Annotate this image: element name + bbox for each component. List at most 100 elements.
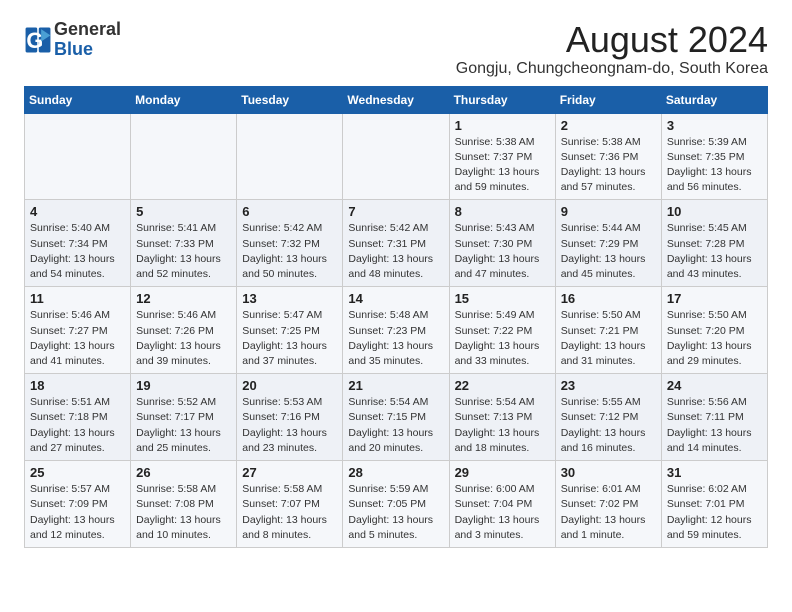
day-info: Sunrise: 5:56 AMSunset: 7:11 PMDaylight:… bbox=[667, 395, 762, 456]
weekday-header: Wednesday bbox=[343, 86, 449, 113]
calendar-cell bbox=[131, 113, 237, 200]
day-number: 8 bbox=[455, 204, 550, 219]
calendar-cell: 28 Sunrise: 5:59 AMSunset: 7:05 PMDayligh… bbox=[343, 461, 449, 548]
day-number: 1 bbox=[455, 118, 550, 133]
logo-icon: G bbox=[24, 26, 52, 54]
day-number: 20 bbox=[242, 378, 337, 393]
day-number: 12 bbox=[136, 291, 231, 306]
calendar-cell: 6 Sunrise: 5:42 AMSunset: 7:32 PMDaylight… bbox=[237, 200, 343, 287]
calendar-cell: 13 Sunrise: 5:47 AMSunset: 7:25 PMDayligh… bbox=[237, 287, 343, 374]
page-header: G General Blue August 2024 Gongju, Chung… bbox=[24, 20, 768, 78]
calendar-cell: 22Sunrise: 5:54 AMSunset: 7:13 PMDayligh… bbox=[449, 374, 555, 461]
logo-text: General bbox=[54, 20, 121, 40]
calendar-cell: 19Sunrise: 5:52 AMSunset: 7:17 PMDayligh… bbox=[131, 374, 237, 461]
day-number: 2 bbox=[561, 118, 656, 133]
day-number: 31 bbox=[667, 465, 762, 480]
day-info: Sunrise: 5:59 AMSunset: 7:05 PMDaylight:… bbox=[348, 482, 443, 543]
location-title: Gongju, Chungcheongnam-do, South Korea bbox=[456, 60, 768, 78]
day-number: 11 bbox=[30, 291, 125, 306]
weekday-header: Thursday bbox=[449, 86, 555, 113]
calendar-cell: 11 Sunrise: 5:46 AMSunset: 7:27 PMDayligh… bbox=[25, 287, 131, 374]
day-number: 6 bbox=[242, 204, 337, 219]
day-number: 9 bbox=[561, 204, 656, 219]
calendar-cell: 16Sunrise: 5:50 AMSunset: 7:21 PMDayligh… bbox=[555, 287, 661, 374]
day-info: Sunrise: 5:58 AMSunset: 7:08 PMDaylight:… bbox=[136, 482, 231, 543]
day-number: 4 bbox=[30, 204, 125, 219]
calendar-cell bbox=[237, 113, 343, 200]
calendar-cell: 24 Sunrise: 5:56 AMSunset: 7:11 PMDayligh… bbox=[661, 374, 767, 461]
day-number: 7 bbox=[348, 204, 443, 219]
calendar-cell: 14 Sunrise: 5:48 AMSunset: 7:23 PMDayligh… bbox=[343, 287, 449, 374]
day-number: 5 bbox=[136, 204, 231, 219]
calendar-week-row: 1 Sunrise: 5:38 AMSunset: 7:37 PMDaylight… bbox=[25, 113, 768, 200]
weekday-header: Saturday bbox=[661, 86, 767, 113]
day-info: Sunrise: 5:48 AMSunset: 7:23 PMDaylight:… bbox=[348, 308, 443, 369]
day-number: 30 bbox=[561, 465, 656, 480]
weekday-header: Tuesday bbox=[237, 86, 343, 113]
day-number: 22 bbox=[455, 378, 550, 393]
day-number: 27 bbox=[242, 465, 337, 480]
calendar-cell: 31 Sunrise: 6:02 AMSunset: 7:01 PMDayligh… bbox=[661, 461, 767, 548]
weekday-header: Sunday bbox=[25, 86, 131, 113]
calendar-cell: 23Sunrise: 5:55 AMSunset: 7:12 PMDayligh… bbox=[555, 374, 661, 461]
calendar-cell bbox=[25, 113, 131, 200]
calendar-cell: 15Sunrise: 5:49 AMSunset: 7:22 PMDayligh… bbox=[449, 287, 555, 374]
day-number: 21 bbox=[348, 378, 443, 393]
day-info: Sunrise: 5:41 AMSunset: 7:33 PMDaylight:… bbox=[136, 221, 231, 282]
day-info: Sunrise: 6:00 AMSunset: 7:04 PMDaylight:… bbox=[455, 482, 550, 543]
weekday-header: Monday bbox=[131, 86, 237, 113]
day-number: 28 bbox=[348, 465, 443, 480]
day-info: Sunrise: 5:43 AMSunset: 7:30 PMDaylight:… bbox=[455, 221, 550, 282]
day-info: Sunrise: 5:58 AMSunset: 7:07 PMDaylight:… bbox=[242, 482, 337, 543]
calendar-week-row: 25 Sunrise: 5:57 AMSunset: 7:09 PMDayligh… bbox=[25, 461, 768, 548]
day-info: Sunrise: 5:49 AMSunset: 7:22 PMDaylight:… bbox=[455, 308, 550, 369]
calendar-title-block: August 2024 Gongju, Chungcheongnam-do, S… bbox=[456, 20, 768, 78]
day-number: 17 bbox=[667, 291, 762, 306]
day-info: Sunrise: 5:42 AMSunset: 7:32 PMDaylight:… bbox=[242, 221, 337, 282]
calendar-table: SundayMondayTuesdayWednesdayThursdayFrid… bbox=[24, 86, 768, 548]
day-number: 3 bbox=[667, 118, 762, 133]
logo: G General Blue bbox=[24, 20, 121, 60]
day-number: 24 bbox=[667, 378, 762, 393]
day-info: Sunrise: 5:42 AMSunset: 7:31 PMDaylight:… bbox=[348, 221, 443, 282]
day-info: Sunrise: 5:44 AMSunset: 7:29 PMDaylight:… bbox=[561, 221, 656, 282]
calendar-cell: 12 Sunrise: 5:46 AMSunset: 7:26 PMDayligh… bbox=[131, 287, 237, 374]
day-info: Sunrise: 5:38 AMSunset: 7:37 PMDaylight:… bbox=[455, 135, 550, 196]
day-info: Sunrise: 5:53 AMSunset: 7:16 PMDaylight:… bbox=[242, 395, 337, 456]
day-info: Sunrise: 5:39 AMSunset: 7:35 PMDaylight:… bbox=[667, 135, 762, 196]
day-info: Sunrise: 5:57 AMSunset: 7:09 PMDaylight:… bbox=[30, 482, 125, 543]
calendar-cell: 18Sunrise: 5:51 AMSunset: 7:18 PMDayligh… bbox=[25, 374, 131, 461]
calendar-cell: 29 Sunrise: 6:00 AMSunset: 7:04 PMDayligh… bbox=[449, 461, 555, 548]
day-info: Sunrise: 5:46 AMSunset: 7:26 PMDaylight:… bbox=[136, 308, 231, 369]
day-number: 16 bbox=[561, 291, 656, 306]
day-number: 23 bbox=[561, 378, 656, 393]
day-number: 13 bbox=[242, 291, 337, 306]
logo-text-blue: Blue bbox=[54, 40, 121, 60]
day-number: 29 bbox=[455, 465, 550, 480]
calendar-cell: 2 Sunrise: 5:38 AMSunset: 7:36 PMDaylight… bbox=[555, 113, 661, 200]
calendar-week-row: 18Sunrise: 5:51 AMSunset: 7:18 PMDayligh… bbox=[25, 374, 768, 461]
calendar-cell bbox=[343, 113, 449, 200]
calendar-cell: 30 Sunrise: 6:01 AMSunset: 7:02 PMDayligh… bbox=[555, 461, 661, 548]
weekday-header: Friday bbox=[555, 86, 661, 113]
day-info: Sunrise: 6:02 AMSunset: 7:01 PMDaylight:… bbox=[667, 482, 762, 543]
calendar-cell: 5 Sunrise: 5:41 AMSunset: 7:33 PMDaylight… bbox=[131, 200, 237, 287]
day-info: Sunrise: 5:38 AMSunset: 7:36 PMDaylight:… bbox=[561, 135, 656, 196]
day-number: 25 bbox=[30, 465, 125, 480]
calendar-cell: 10Sunrise: 5:45 AMSunset: 7:28 PMDayligh… bbox=[661, 200, 767, 287]
calendar-cell: 21 Sunrise: 5:54 AMSunset: 7:15 PMDayligh… bbox=[343, 374, 449, 461]
calendar-cell: 26 Sunrise: 5:58 AMSunset: 7:08 PMDayligh… bbox=[131, 461, 237, 548]
calendar-cell: 9 Sunrise: 5:44 AMSunset: 7:29 PMDaylight… bbox=[555, 200, 661, 287]
day-info: Sunrise: 6:01 AMSunset: 7:02 PMDaylight:… bbox=[561, 482, 656, 543]
day-info: Sunrise: 5:52 AMSunset: 7:17 PMDaylight:… bbox=[136, 395, 231, 456]
day-number: 10 bbox=[667, 204, 762, 219]
day-number: 14 bbox=[348, 291, 443, 306]
day-number: 26 bbox=[136, 465, 231, 480]
day-info: Sunrise: 5:46 AMSunset: 7:27 PMDaylight:… bbox=[30, 308, 125, 369]
svg-text:G: G bbox=[26, 28, 43, 53]
calendar-cell: 27 Sunrise: 5:58 AMSunset: 7:07 PMDayligh… bbox=[237, 461, 343, 548]
day-info: Sunrise: 5:54 AMSunset: 7:15 PMDaylight:… bbox=[348, 395, 443, 456]
calendar-cell: 7 Sunrise: 5:42 AMSunset: 7:31 PMDaylight… bbox=[343, 200, 449, 287]
day-info: Sunrise: 5:47 AMSunset: 7:25 PMDaylight:… bbox=[242, 308, 337, 369]
weekday-header-row: SundayMondayTuesdayWednesdayThursdayFrid… bbox=[25, 86, 768, 113]
